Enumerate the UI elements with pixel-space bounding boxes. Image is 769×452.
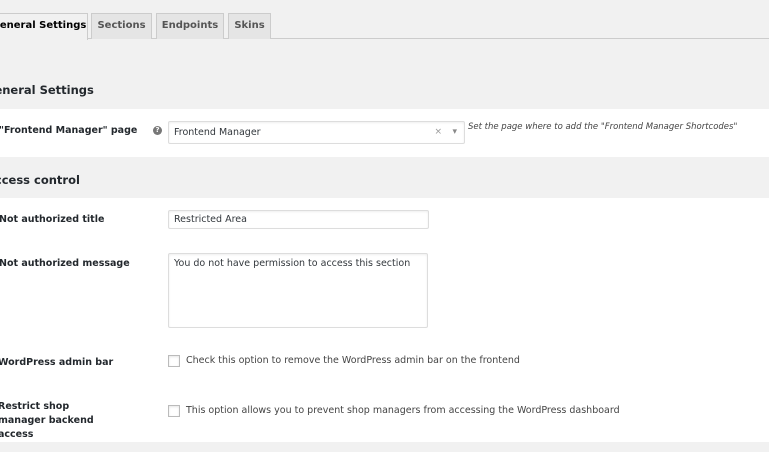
question-circle-icon[interactable]: ? [153,126,162,135]
not-authorized-message-label: Not authorized message [0,258,130,269]
restrict-shop-manager-label: Restrict shop manager backend access [0,401,94,440]
tab-sections[interactable]: Sections [91,13,152,39]
tab-skins[interactable]: Skins [228,13,271,39]
frontend-page-description: Set the page where to add the "Frontend … [468,122,738,132]
tab-general-settings[interactable]: General Settings [0,13,88,40]
tab-endpoints[interactable]: Endpoints [156,13,224,39]
admin-bar-checkbox[interactable] [168,355,180,367]
restrict-shop-manager-text: This option allows you to prevent shop m… [186,405,620,416]
selected-page: Frontend Manager [174,127,261,138]
general-settings-heading: General Settings [0,83,94,97]
chevron-down-icon[interactable]: ▾ [452,122,457,143]
admin-bar-label: WordPress admin bar [0,357,114,368]
not-authorized-message-textarea[interactable]: You do not have permission to access thi… [168,253,428,328]
admin-bar-text: Check this option to remove the WordPres… [186,355,520,366]
not-authorized-title-input[interactable]: Restricted Area [168,210,429,229]
restrict-shop-manager-checkbox[interactable] [168,405,180,417]
frontend-page-select[interactable]: Frontend Manager × ▾ [168,121,465,144]
settings-tabs: General Settings Sections Endpoints Skin… [0,0,769,40]
access-control-heading: Access control [0,173,80,187]
clear-icon[interactable]: × [434,122,442,143]
frontend-page-label: "Frontend Manager" page [0,125,138,136]
not-authorized-title-label: Not authorized title [0,214,105,225]
